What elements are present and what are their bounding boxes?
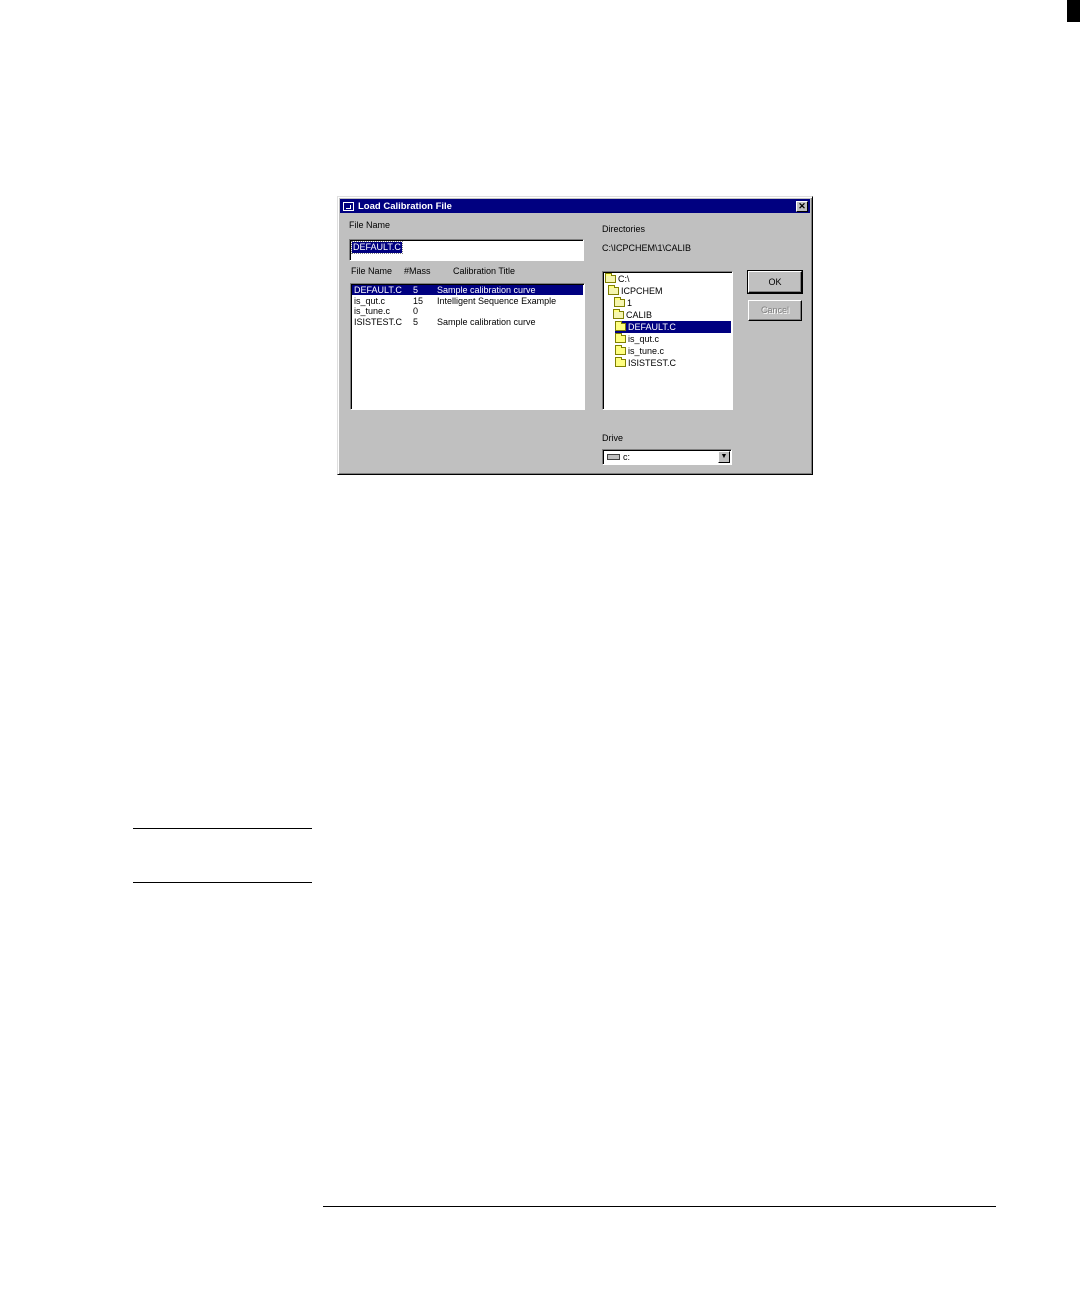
file-row-mass: 0 [413,306,419,316]
close-button[interactable]: ✕ [796,200,808,212]
folder-icon [615,333,626,343]
file-name-value: DEFAULT.C [351,241,403,254]
file-row-mass: 5 [413,285,419,295]
drive-dropdown[interactable]: c: ▼ [602,449,732,465]
file-row-name: ISISTEST.C [354,316,403,327]
file-row-name: is_qut.c [354,295,386,306]
directory-item-label: ICPCHEM [621,286,663,296]
directory-item[interactable]: ISISTEST.C [615,357,676,369]
column-header-calibration-title[interactable]: Calibration Title [453,266,515,276]
footer-rule [323,1206,996,1207]
directory-item-label: 1 [627,298,633,308]
note-rule-top [133,828,312,829]
note-rule-bottom [133,882,312,883]
directory-item[interactable]: CALIB [613,309,652,321]
chevron-down-icon[interactable]: ▼ [718,451,730,463]
drive-label: Drive [602,433,624,443]
file-list-row[interactable]: is_qut.c 15 Intelligent Sequence Example [352,296,583,306]
dialog-title-bar[interactable]: Load Calibration File ✕ [340,199,810,213]
folder-icon [615,321,626,331]
open-folder-icon [605,273,616,283]
column-header-mass[interactable]: #Mass [404,266,431,276]
column-header-file-name[interactable]: File Name [351,266,392,276]
directory-item[interactable]: is_tune.c [615,345,664,357]
file-row-mass: 15 [413,295,424,306]
directory-item-label: DEFAULT.C [628,322,676,332]
calibration-file-list[interactable]: DEFAULT.C 5 Sample calibration curve is_qut… [350,283,585,410]
file-row-title: Sample calibration curve [437,285,536,295]
directory-item-label: CALIB [626,310,653,320]
open-folder-icon [614,297,625,307]
directory-item[interactable]: 1 [614,297,632,309]
load-calibration-dialog: Load Calibration File ✕ File Name DEFAUL… [337,196,813,475]
page-edge-tab [1067,0,1080,22]
file-list-row[interactable]: ISISTEST.C 5 Sample calibration curve [352,317,583,327]
drive-value: c: [623,452,631,462]
directory-path: C:\ICPCHEM\1\CALIB [602,243,692,253]
file-row-mass: 5 [413,316,419,327]
window-icon [343,201,354,211]
file-row-name: is_tune.c [354,306,391,316]
directories-label: Directories [602,224,646,234]
directory-item[interactable]: is_qut.c [615,333,659,345]
file-row-title: Sample calibration curve [437,316,536,327]
file-name-label: File Name [349,220,391,230]
directory-item[interactable]: C:\ [605,273,630,285]
directory-item-label: is_tune.c [628,346,665,356]
folder-icon [615,345,626,355]
directory-item[interactable]: DEFAULT.C [615,321,731,333]
drive-icon [607,454,620,460]
folder-icon [615,357,626,367]
cancel-button[interactable]: Cancel [748,300,802,321]
file-row-name: DEFAULT.C [354,285,402,295]
file-list-row[interactable]: is_tune.c 0 [352,306,583,316]
ok-button[interactable]: OK [747,270,803,294]
directory-item-label: C:\ [618,274,630,284]
directory-item[interactable]: ICPCHEM [608,285,663,297]
file-row-title: Intelligent Sequence Example [437,295,557,306]
directory-tree[interactable]: C:\ ICPCHEM 1 CALIB DEFAULT.C is_qut.c is_tune… [602,271,733,410]
dialog-title: Load Calibration File [358,200,452,212]
directory-item-label: is_qut.c [628,334,660,344]
open-folder-icon [613,309,624,319]
file-list-row[interactable]: DEFAULT.C 5 Sample calibration curve [352,285,583,295]
open-folder-icon [608,285,619,295]
directory-item-label: ISISTEST.C [628,358,677,368]
file-name-input[interactable]: DEFAULT.C [349,239,584,261]
